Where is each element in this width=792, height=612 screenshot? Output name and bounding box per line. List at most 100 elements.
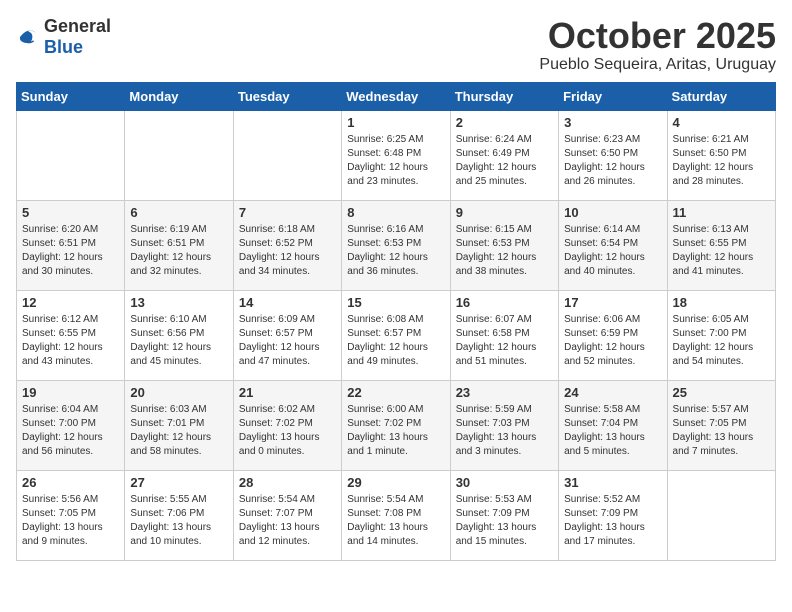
day-info: Sunrise: 5:59 AM Sunset: 7:03 PM Dayligh… (456, 403, 553, 459)
day-number: 31 (564, 475, 661, 490)
day-cell: 23 Sunrise: 5:59 AM Sunset: 7:03 PM Dayli… (450, 380, 558, 470)
week-row-2: 5 Sunrise: 6:20 AM Sunset: 6:51 PM Daylig… (17, 200, 776, 290)
logo-text: General Blue (44, 16, 111, 58)
col-header-monday: Monday (125, 82, 233, 110)
day-info: Sunrise: 6:06 AM Sunset: 6:59 PM Dayligh… (564, 313, 661, 369)
day-cell: 11 Sunrise: 6:13 AM Sunset: 6:55 PM Dayli… (667, 200, 775, 290)
logo-general: General (44, 16, 111, 36)
day-number: 23 (456, 385, 553, 400)
day-cell: 2 Sunrise: 6:24 AM Sunset: 6:49 PM Daylig… (450, 110, 558, 200)
day-cell: 17Sunrise: 6:06 AM Sunset: 6:59 PM Dayli… (559, 290, 667, 380)
day-number: 10 (564, 205, 661, 220)
day-number: 27 (130, 475, 227, 490)
day-cell: 27Sunrise: 5:55 AM Sunset: 7:06 PM Dayli… (125, 470, 233, 560)
day-info: Sunrise: 6:05 AM Sunset: 7:00 PM Dayligh… (673, 313, 770, 369)
day-info: Sunrise: 6:12 AM Sunset: 6:55 PM Dayligh… (22, 313, 119, 369)
day-cell: 15 Sunrise: 6:08 AM Sunset: 6:57 PM Dayli… (342, 290, 450, 380)
day-info: Sunrise: 6:00 AM Sunset: 7:02 PM Dayligh… (347, 403, 444, 459)
day-number: 11 (673, 205, 770, 220)
day-number: 20 (130, 385, 227, 400)
day-info: Sunrise: 6:20 AM Sunset: 6:51 PM Dayligh… (22, 223, 119, 279)
day-cell: 1 Sunrise: 6:25 AM Sunset: 6:48 PM Daylig… (342, 110, 450, 200)
col-header-friday: Friday (559, 82, 667, 110)
day-cell: 31 Sunrise: 5:52 AM Sunset: 7:09 PM Dayli… (559, 470, 667, 560)
day-info: Sunrise: 5:52 AM Sunset: 7:09 PM Dayligh… (564, 493, 661, 549)
day-cell: 20 Sunrise: 6:03 AM Sunset: 7:01 PM Dayli… (125, 380, 233, 470)
day-cell: 21 Sunrise: 6:02 AM Sunset: 7:02 PM Dayli… (233, 380, 341, 470)
day-info: Sunrise: 6:02 AM Sunset: 7:02 PM Dayligh… (239, 403, 336, 459)
day-info: Sunrise: 6:18 AM Sunset: 6:52 PM Dayligh… (239, 223, 336, 279)
day-cell: 8Sunrise: 6:16 AM Sunset: 6:53 PM Daylig… (342, 200, 450, 290)
day-info: Sunrise: 6:08 AM Sunset: 6:57 PM Dayligh… (347, 313, 444, 369)
page-header: General Blue October 2025 Pueblo Sequeir… (16, 16, 776, 74)
day-info: Sunrise: 6:21 AM Sunset: 6:50 PM Dayligh… (673, 133, 770, 189)
day-cell: 26Sunrise: 5:56 AM Sunset: 7:05 PM Dayli… (17, 470, 125, 560)
week-row-5: 26Sunrise: 5:56 AM Sunset: 7:05 PM Dayli… (17, 470, 776, 560)
day-cell (667, 470, 775, 560)
day-info: Sunrise: 5:54 AM Sunset: 7:07 PM Dayligh… (239, 493, 336, 549)
day-number: 30 (456, 475, 553, 490)
day-number: 8 (347, 205, 444, 220)
day-info: Sunrise: 6:03 AM Sunset: 7:01 PM Dayligh… (130, 403, 227, 459)
day-info: Sunrise: 6:25 AM Sunset: 6:48 PM Dayligh… (347, 133, 444, 189)
day-cell: 6 Sunrise: 6:19 AM Sunset: 6:51 PM Daylig… (125, 200, 233, 290)
day-number: 13 (130, 295, 227, 310)
day-cell: 14 Sunrise: 6:09 AM Sunset: 6:57 PM Dayli… (233, 290, 341, 380)
day-cell: 25 Sunrise: 5:57 AM Sunset: 7:05 PM Dayli… (667, 380, 775, 470)
day-cell: 19 Sunrise: 6:04 AM Sunset: 7:00 PM Dayli… (17, 380, 125, 470)
day-number: 1 (347, 115, 444, 130)
day-info: Sunrise: 6:14 AM Sunset: 6:54 PM Dayligh… (564, 223, 661, 279)
col-header-saturday: Saturday (667, 82, 775, 110)
col-header-sunday: Sunday (17, 82, 125, 110)
day-cell: 4 Sunrise: 6:21 AM Sunset: 6:50 PM Daylig… (667, 110, 775, 200)
day-number: 4 (673, 115, 770, 130)
day-number: 22 (347, 385, 444, 400)
day-cell: 30Sunrise: 5:53 AM Sunset: 7:09 PM Dayli… (450, 470, 558, 560)
day-number: 21 (239, 385, 336, 400)
day-info: Sunrise: 6:13 AM Sunset: 6:55 PM Dayligh… (673, 223, 770, 279)
day-number: 18 (673, 295, 770, 310)
day-info: Sunrise: 5:58 AM Sunset: 7:04 PM Dayligh… (564, 403, 661, 459)
day-cell: 18 Sunrise: 6:05 AM Sunset: 7:00 PM Dayli… (667, 290, 775, 380)
day-info: Sunrise: 6:07 AM Sunset: 6:58 PM Dayligh… (456, 313, 553, 369)
logo-blue: Blue (44, 37, 83, 57)
day-info: Sunrise: 6:24 AM Sunset: 6:49 PM Dayligh… (456, 133, 553, 189)
day-number: 6 (130, 205, 227, 220)
logo-icon (16, 25, 40, 49)
day-number: 3 (564, 115, 661, 130)
day-number: 12 (22, 295, 119, 310)
day-info: Sunrise: 6:10 AM Sunset: 6:56 PM Dayligh… (130, 313, 227, 369)
day-number: 24 (564, 385, 661, 400)
month-title: October 2025 (539, 16, 776, 56)
day-number: 7 (239, 205, 336, 220)
day-number: 29 (347, 475, 444, 490)
week-row-1: 1 Sunrise: 6:25 AM Sunset: 6:48 PM Daylig… (17, 110, 776, 200)
day-cell: 22 Sunrise: 6:00 AM Sunset: 7:02 PM Dayli… (342, 380, 450, 470)
day-cell: 7 Sunrise: 6:18 AM Sunset: 6:52 PM Daylig… (233, 200, 341, 290)
day-number: 14 (239, 295, 336, 310)
day-number: 25 (673, 385, 770, 400)
day-number: 5 (22, 205, 119, 220)
calendar-table: SundayMondayTuesdayWednesdayThursdayFrid… (16, 82, 776, 561)
day-cell: 12 Sunrise: 6:12 AM Sunset: 6:55 PM Dayli… (17, 290, 125, 380)
day-info: Sunrise: 6:15 AM Sunset: 6:53 PM Dayligh… (456, 223, 553, 279)
day-info: Sunrise: 6:04 AM Sunset: 7:00 PM Dayligh… (22, 403, 119, 459)
week-row-4: 19 Sunrise: 6:04 AM Sunset: 7:00 PM Dayli… (17, 380, 776, 470)
day-number: 2 (456, 115, 553, 130)
day-cell (17, 110, 125, 200)
day-info: Sunrise: 6:09 AM Sunset: 6:57 PM Dayligh… (239, 313, 336, 369)
day-info: Sunrise: 5:57 AM Sunset: 7:05 PM Dayligh… (673, 403, 770, 459)
day-info: Sunrise: 6:19 AM Sunset: 6:51 PM Dayligh… (130, 223, 227, 279)
day-number: 15 (347, 295, 444, 310)
logo: General Blue (16, 16, 111, 58)
day-cell: 28Sunrise: 5:54 AM Sunset: 7:07 PM Dayli… (233, 470, 341, 560)
day-cell: 16Sunrise: 6:07 AM Sunset: 6:58 PM Dayli… (450, 290, 558, 380)
week-row-3: 12 Sunrise: 6:12 AM Sunset: 6:55 PM Dayli… (17, 290, 776, 380)
day-number: 26 (22, 475, 119, 490)
day-cell: 9Sunrise: 6:15 AM Sunset: 6:53 PM Daylig… (450, 200, 558, 290)
day-cell: 13 Sunrise: 6:10 AM Sunset: 6:56 PM Dayli… (125, 290, 233, 380)
calendar-header-row: SundayMondayTuesdayWednesdayThursdayFrid… (17, 82, 776, 110)
day-info: Sunrise: 5:54 AM Sunset: 7:08 PM Dayligh… (347, 493, 444, 549)
day-number: 19 (22, 385, 119, 400)
day-cell (125, 110, 233, 200)
